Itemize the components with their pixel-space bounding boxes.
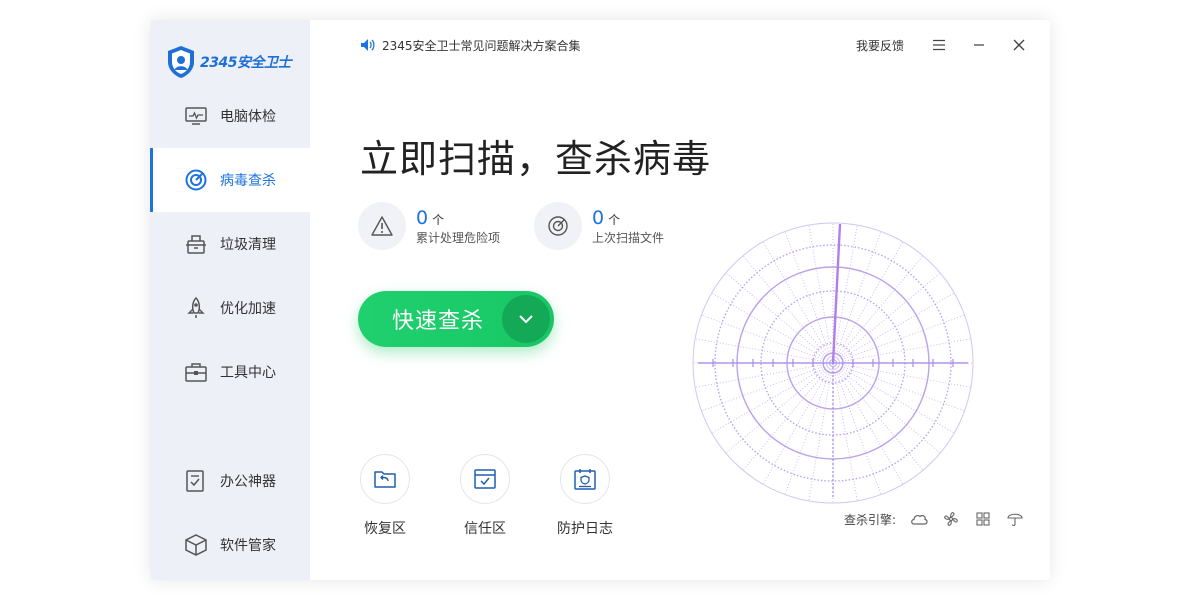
sidebar-item-label: 优化加速 xyxy=(220,301,276,317)
radar-spoke xyxy=(832,362,904,485)
document-check-icon xyxy=(184,469,208,493)
window-controls: 我要反馈 xyxy=(856,34,1030,56)
radar-spoke xyxy=(832,241,904,364)
radar-spoke xyxy=(725,272,834,364)
app-logo: 2345安全卫士 xyxy=(166,42,291,82)
brand-name: 2345安全卫士 xyxy=(200,55,291,71)
radar-spoke xyxy=(832,362,955,434)
tool-trust-zone[interactable]: 信任区 xyxy=(445,454,525,538)
sidebar-item-label: 工具中心 xyxy=(220,365,276,381)
radar-spoke xyxy=(742,255,834,364)
minimize-icon xyxy=(974,44,984,46)
radar-spoke xyxy=(832,255,924,364)
quick-scan-label: 快速查杀 xyxy=(392,309,485,334)
stat-value: 0 xyxy=(592,206,605,229)
feedback-link[interactable]: 我要反馈 xyxy=(856,37,904,54)
sidebar: 2345安全卫士 电脑体检 病毒查杀 垃圾清理 优化加速 工具中心 办公神器 软… xyxy=(150,20,310,580)
radar-spoke xyxy=(742,362,834,471)
sidebar-item-label: 办公神器 xyxy=(220,474,276,490)
scan-radar-graphic xyxy=(692,222,974,504)
sidebar-item-tool-center[interactable]: 工具中心 xyxy=(150,340,310,404)
stat-unit: 个 xyxy=(432,212,445,227)
scan-mode-dropdown[interactable] xyxy=(502,295,550,343)
scan-engines: 查杀引擎: xyxy=(844,510,1024,528)
radar-spoke xyxy=(832,231,882,364)
radar-spoke xyxy=(711,292,834,364)
radar-spoke xyxy=(701,314,834,364)
radar-spoke xyxy=(832,272,941,364)
sidebar-item-label: 软件管家 xyxy=(220,538,276,554)
sidebar-item-office-tools[interactable]: 办公神器 xyxy=(150,449,310,513)
rocket-icon xyxy=(184,296,208,320)
radar-spoke xyxy=(832,362,882,495)
trash-icon xyxy=(184,232,208,256)
radar-spoke xyxy=(784,231,834,364)
radar-spoke xyxy=(832,362,941,454)
minimize-button[interactable] xyxy=(968,34,990,56)
quick-scan-button[interactable]: 快速查杀 xyxy=(358,291,554,347)
radar-spoke xyxy=(701,362,834,412)
calendar-log-icon xyxy=(560,454,610,504)
folder-restore-icon xyxy=(360,454,410,504)
chevron-down-icon xyxy=(519,315,533,324)
sidebar-item-label: 电脑体检 xyxy=(220,109,276,125)
page-title: 立即扫描，查杀病毒 xyxy=(360,137,712,181)
sidebar-item-pc-checkup[interactable]: 电脑体检 xyxy=(150,84,310,148)
toolbox-icon xyxy=(184,360,208,384)
warning-icon xyxy=(358,202,406,250)
radar-spoke xyxy=(725,362,834,454)
sidebar-item-junk-clean[interactable]: 垃圾清理 xyxy=(150,212,310,276)
grid-engine-icon[interactable] xyxy=(974,510,992,528)
stat-scanned-files: 0个 上次扫描文件 xyxy=(534,202,664,250)
stat-unit: 个 xyxy=(608,212,621,227)
stat-label: 上次扫描文件 xyxy=(592,230,665,245)
hamburger-icon xyxy=(933,39,945,51)
sidebar-item-label: 垃圾清理 xyxy=(220,237,276,253)
sidebar-item-label: 病毒查杀 xyxy=(220,173,276,189)
radar-icon xyxy=(534,202,582,250)
monitor-icon xyxy=(184,104,208,128)
radar-spoke xyxy=(832,292,955,364)
sidebar-item-software-manager[interactable]: 软件管家 xyxy=(150,513,310,577)
trust-box-icon xyxy=(460,454,510,504)
stat-value: 0 xyxy=(416,206,429,229)
tool-label: 恢复区 xyxy=(364,521,406,537)
tool-restore-zone[interactable]: 恢复区 xyxy=(345,454,425,538)
notice-text: 2345安全卫士常见问题解决方案合集 xyxy=(382,38,581,53)
sidebar-item-virus-scan[interactable]: 病毒查杀 xyxy=(150,148,310,212)
target-icon xyxy=(184,168,208,192)
stat-danger-items: 0个 累计处理危险项 xyxy=(358,202,500,250)
tool-label: 信任区 xyxy=(464,521,506,537)
shield-logo-icon xyxy=(168,46,194,78)
notice-bar[interactable]: 2345安全卫士常见问题解决方案合集 xyxy=(360,36,581,54)
tool-protection-log[interactable]: 防护日志 xyxy=(545,454,625,538)
radar-spoke xyxy=(784,362,834,495)
radar-spoke xyxy=(832,314,965,364)
cube-icon xyxy=(184,533,208,557)
cloud-engine-icon[interactable] xyxy=(910,510,928,528)
stat-label: 累计处理危险项 xyxy=(416,230,501,245)
speaker-icon xyxy=(361,39,375,51)
radar-spoke xyxy=(711,362,834,434)
umbrella-engine-icon[interactable] xyxy=(1006,510,1024,528)
radar-spoke xyxy=(762,362,834,485)
close-button[interactable] xyxy=(1008,34,1030,56)
engine-label: 查杀引擎: xyxy=(843,512,896,527)
radar-spoke xyxy=(832,362,924,471)
radar-spoke xyxy=(832,362,965,412)
app-window: 2345安全卫士 电脑体检 病毒查杀 垃圾清理 优化加速 工具中心 办公神器 软… xyxy=(150,20,1050,580)
fan-engine-icon[interactable] xyxy=(942,510,960,528)
tool-label: 防护日志 xyxy=(557,521,613,537)
radar-spoke xyxy=(762,241,834,364)
menu-button[interactable] xyxy=(928,34,950,56)
sidebar-item-optimize[interactable]: 优化加速 xyxy=(150,276,310,340)
close-icon xyxy=(1013,39,1025,51)
